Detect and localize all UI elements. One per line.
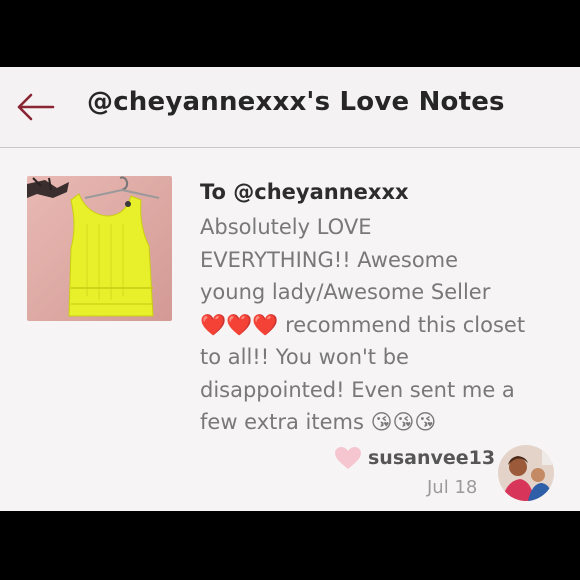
note-recipient: To @cheyannexxx [200, 180, 409, 204]
note-line: EVERYTHING!! Awesome [200, 247, 459, 272]
note-line: Absolutely LOVE [200, 215, 372, 239]
back-arrow-icon[interactable] [16, 89, 56, 125]
author-avatar[interactable] [498, 445, 554, 501]
page-title: @cheyannexxx's Love Notes [87, 87, 505, 117]
note-body: Absolutely LOVE EVERYTHING!! Awesome you… [200, 211, 575, 439]
header-bar: @cheyannexxx's Love Notes [0, 67, 580, 148]
heart-icon[interactable] [334, 446, 362, 470]
note-line: young lady/Awesome Seller [200, 280, 491, 304]
love-notes-screen: @cheyannexxx's Love Notes To @cheyannexx… [0, 67, 580, 511]
note-line: ❤️❤️❤️ recommend this closet [200, 312, 526, 337]
note-line: disappointed! Even sent me a [200, 377, 515, 402]
item-photo[interactable] [27, 176, 172, 321]
note-line: few extra items 😘😘😘 [200, 410, 437, 434]
author-username[interactable]: susanvee13 [368, 447, 495, 469]
note-line: to all!! You won't be [200, 345, 409, 369]
note-date: Jul 18 [427, 477, 478, 498]
